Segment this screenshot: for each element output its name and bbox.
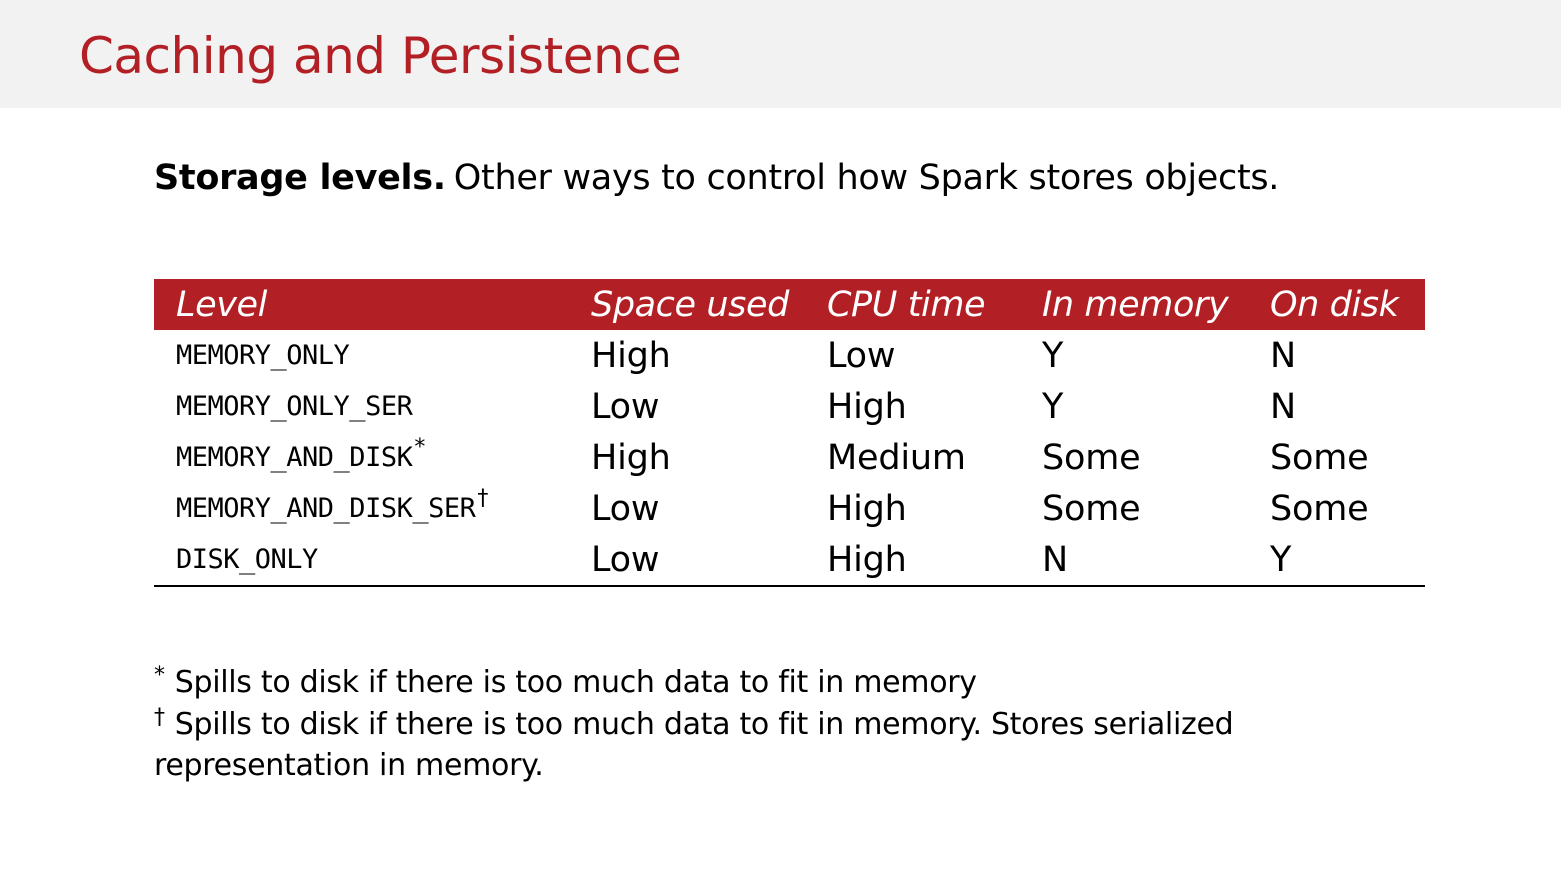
on-disk-cell: Some [1270,488,1369,529]
footnote-marker: * [414,435,425,460]
on-disk-cell: N [1270,335,1296,376]
storage-levels-table: Level Space used CPU time In memory On d… [154,279,1425,587]
level-name: MEMORY_AND_DISK_SER [176,493,476,524]
title-bar: Caching and Persistence [0,0,1561,108]
level-cell: MEMORY_ONLY_SER [154,381,569,432]
in-memory-cell: N [1020,534,1248,587]
table-row: MEMORY_AND_DISK_SER† Low High Some Some [154,483,1425,534]
intro-text: Other ways to control how Spark stores o… [453,158,1280,198]
intro-paragraph: Storage levels. Other ways to control how… [154,154,1279,202]
header-cpu-time: CPU time [805,279,1020,330]
cpu-time-cell: High [827,488,907,529]
table-row: MEMORY_ONLY_SER Low High Y N [154,381,1425,432]
header-in-memory: In memory [1020,279,1248,330]
level-cell: DISK_ONLY [154,534,569,587]
level-name: DISK_ONLY [176,544,318,575]
on-disk-cell: N [1270,386,1296,427]
level-cell: MEMORY_AND_DISK* [154,432,569,483]
space-used-cell: Low [569,534,805,587]
in-memory-cell: Y [1042,335,1064,376]
on-disk-cell: Y [1248,534,1425,587]
level-cell: MEMORY_ONLY [154,330,569,381]
cpu-time-cell: Medium [827,437,966,478]
cpu-time-cell: High [805,534,1020,587]
footnote-star-text: Spills to disk if there is too much data… [174,665,977,700]
space-used-cell: Low [591,386,660,427]
space-used-cell: High [591,437,671,478]
table-header-row: Level Space used CPU time In memory On d… [154,279,1425,330]
space-used-cell: High [591,335,671,376]
header-on-disk: On disk [1248,279,1425,330]
footnote-star-mark: * [154,663,165,688]
table-row: MEMORY_ONLY High Low Y N [154,330,1425,381]
level-name: MEMORY_AND_DISK [176,442,413,473]
cpu-time-cell: High [827,386,907,427]
header-space-used: Space used [569,279,805,330]
level-cell: MEMORY_AND_DISK_SER† [154,483,569,534]
in-memory-cell: Some [1042,488,1141,529]
intro-bold-label: Storage levels. [154,158,446,198]
table-row: MEMORY_AND_DISK* High Medium Some Some [154,432,1425,483]
table-row: DISK_ONLY Low High N Y [154,534,1425,587]
in-memory-cell: Some [1042,437,1141,478]
space-used-cell: Low [591,488,660,529]
footnote-dagger-mark: † [154,704,165,730]
header-level: Level [154,279,569,330]
level-name: MEMORY_ONLY [176,340,350,371]
slide-title: Caching and Persistence [79,27,682,85]
footnote-dagger-continuation: representation in memory. [154,748,544,783]
footnote-marker: † [477,486,488,511]
in-memory-cell: Y [1042,386,1064,427]
footnote-star: * Spills to disk if there is too much dat… [154,662,1233,704]
on-disk-cell: Some [1270,437,1369,478]
footnote-dagger: † Spills to disk if there is too much dat… [154,704,1234,746]
footnote-dagger-text: Spills to disk if there is too much data… [174,706,1234,742]
cpu-time-cell: Low [827,335,896,376]
footnotes: * Spills to disk if there is too much dat… [154,662,1234,787]
level-name: MEMORY_ONLY_SER [176,391,413,422]
